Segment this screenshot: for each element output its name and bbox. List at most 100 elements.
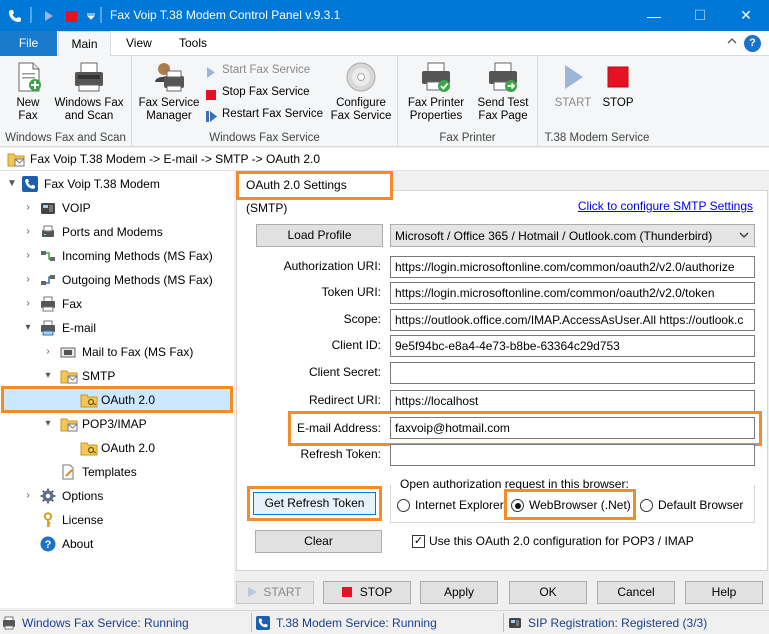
clear-button[interactable]: Clear [255, 530, 382, 553]
qa-start-icon[interactable] [42, 7, 56, 25]
chevron-right-icon[interactable]: › [22, 197, 34, 219]
chevron-right-icon[interactable]: › [22, 485, 34, 507]
chevron-right-icon[interactable]: › [22, 245, 34, 267]
chevron-down-icon[interactable]: ▾ [42, 413, 54, 435]
chevron-right-icon[interactable]: › [22, 221, 34, 243]
close-button[interactable]: ✕ [723, 0, 769, 31]
cancel-button[interactable]: Cancel [597, 581, 675, 604]
redirect-uri-input[interactable]: https://localhost [390, 390, 755, 412]
tree-item-license[interactable]: License [0, 509, 234, 531]
outgoing-network-icon [40, 272, 56, 288]
tree-label: POP3/IMAP [82, 417, 147, 431]
use-for-pop3-label: Use this OAuth 2.0 configuration for POP… [429, 534, 694, 548]
tree-label: SMTP [82, 369, 116, 383]
tree-label: License [62, 513, 104, 527]
folder-key-icon [80, 440, 98, 456]
chevron-down-icon [739, 229, 749, 243]
get-refresh-token-button[interactable]: Get Refresh Token [253, 492, 376, 515]
t38-stop-button[interactable]: STOP [596, 60, 640, 110]
status-t38-service[interactable]: T.38 Modem Service: Running [254, 615, 437, 631]
tree-item-voip[interactable]: › VOIP [0, 197, 234, 219]
scope-input[interactable]: https://outlook.office.com/IMAP.AccessAs… [390, 309, 755, 331]
token-uri-input[interactable]: https://login.microsoftonline.com/common… [390, 282, 755, 304]
bottom-start-button[interactable]: START [236, 581, 314, 604]
status-separator [503, 613, 504, 632]
tree-item-pop3-oauth[interactable]: OAuth 2.0 [0, 437, 234, 459]
configure-fax-service-button[interactable]: Configure Fax Service [328, 60, 394, 123]
group-label-t38: T.38 Modem Service [544, 132, 650, 144]
tree-item-fax[interactable]: › Fax [0, 293, 234, 315]
title-bar: Fax Voip T.38 Modem Control Panel v.9.3.… [0, 0, 769, 31]
use-for-pop3-checkbox[interactable]: ✓ [412, 535, 425, 548]
play-icon [248, 583, 258, 604]
tree-item-ports[interactable]: › Ports and Modems [0, 221, 234, 243]
tree-label: Outgoing Methods (MS Fax) [62, 273, 213, 287]
stop-fax-service-button[interactable]: Stop Fax Service [204, 82, 310, 102]
tree-item-smtp-oauth[interactable]: OAuth 2.0 [0, 389, 234, 411]
tree-label: About [62, 537, 94, 551]
svg-text:?: ? [45, 539, 52, 551]
fax-service-manager-button[interactable]: Fax Service Manager [138, 60, 200, 123]
profile-select-value: Microsoft / Office 365 / Hotmail / Outlo… [395, 229, 713, 243]
tab-file[interactable]: File [0, 31, 57, 56]
new-fax-button[interactable]: New Fax [6, 60, 50, 123]
radio-circle-checked [511, 499, 524, 512]
radio-internet-explorer[interactable]: Internet Explorer [397, 496, 504, 514]
client-secret-input[interactable] [390, 362, 755, 384]
status-separator [251, 613, 252, 632]
tab-main[interactable]: Main [58, 31, 111, 57]
send-test-fax-button[interactable]: Send Test Fax Page [472, 60, 534, 123]
load-profile-button[interactable]: Load Profile [256, 224, 383, 247]
chevron-down-icon[interactable]: ▼ [6, 173, 18, 195]
folder-mail-icon [7, 151, 25, 170]
qa-stop-icon[interactable] [64, 7, 78, 25]
refresh-token-input[interactable] [390, 444, 755, 466]
radio-webbrowser-net[interactable]: WebBrowser (.Net) [511, 496, 631, 514]
start-fax-service-button[interactable]: Start Fax Service [204, 60, 310, 80]
chevron-right-icon[interactable]: › [22, 293, 34, 315]
stop-fax-service-label: Stop Fax Service [222, 86, 310, 98]
tree-item-about[interactable]: ? About [0, 533, 234, 555]
tree-item-pop3[interactable]: ▾ POP3/IMAP [0, 413, 234, 435]
token-uri-label: Token URI: [321, 285, 381, 299]
tree-item-templates[interactable]: Templates [0, 461, 234, 483]
client-id-input[interactable]: 9e5f94bc-e8a4-4e73-b8be-63364c29d753 [390, 335, 755, 357]
tree-item-outgoing[interactable]: › Outgoing Methods (MS Fax) [0, 269, 234, 291]
help-button[interactable]: Help [685, 581, 763, 604]
tree-item-email[interactable]: ▾ E-mail [0, 317, 234, 339]
configure-smtp-link[interactable]: Click to configure SMTP Settings [578, 199, 753, 213]
tree-item-mail-to-fax[interactable]: › Mail to Fax (MS Fax) [0, 341, 234, 363]
bottom-stop-button[interactable]: STOP [323, 581, 411, 604]
radio-label: Internet Explorer [415, 498, 504, 512]
start-play-icon [206, 65, 217, 78]
collapse-ribbon-chevron-up-icon[interactable] [727, 36, 737, 48]
chevron-right-icon[interactable]: › [22, 269, 34, 291]
minimize-button[interactable]: — [631, 0, 677, 31]
t38-start-button[interactable]: START [552, 60, 594, 110]
tab-tools[interactable]: Tools [167, 31, 219, 56]
fax-printer-properties-button[interactable]: Fax Printer Properties [404, 60, 468, 123]
tree-item-incoming[interactable]: › Incoming Methods (MS Fax) [0, 245, 234, 267]
restart-fax-service-button[interactable]: Restart Fax Service [204, 104, 323, 124]
ok-button[interactable]: OK [509, 581, 587, 604]
apply-button[interactable]: Apply [420, 581, 498, 604]
chevron-right-icon[interactable]: › [42, 341, 54, 363]
authorization-uri-input[interactable]: https://login.microsoftonline.com/common… [390, 256, 755, 278]
status-sip-registration[interactable]: SIP Registration: Registered (3/3) [506, 615, 707, 631]
profile-select[interactable]: Microsoft / Office 365 / Hotmail / Outlo… [390, 224, 755, 247]
app-phone-icon[interactable] [6, 7, 24, 25]
windows-fax-scan-button[interactable]: Windows Fax and Scan [50, 60, 128, 123]
t38-start-label: START [554, 97, 592, 109]
tree-item-options[interactable]: › Options [0, 485, 234, 507]
chevron-down-icon[interactable]: ▾ [42, 365, 54, 387]
tree-item-root[interactable]: ▼ Fax Voip T.38 Modem [0, 173, 234, 195]
tree-item-smtp[interactable]: ▾ SMTP [0, 365, 234, 387]
qa-customize-chevron-down-icon[interactable] [84, 7, 98, 25]
chevron-down-icon[interactable]: ▾ [22, 317, 34, 339]
maximize-button[interactable]: ☐ [677, 0, 723, 31]
radio-default-browser[interactable]: Default Browser [640, 496, 743, 514]
status-fax-service[interactable]: Windows Fax Service: Running [0, 615, 189, 631]
help-icon[interactable]: ? [744, 35, 761, 52]
email-address-input[interactable]: faxvoip@hotmail.com [390, 417, 755, 439]
tab-view[interactable]: View [114, 31, 164, 56]
